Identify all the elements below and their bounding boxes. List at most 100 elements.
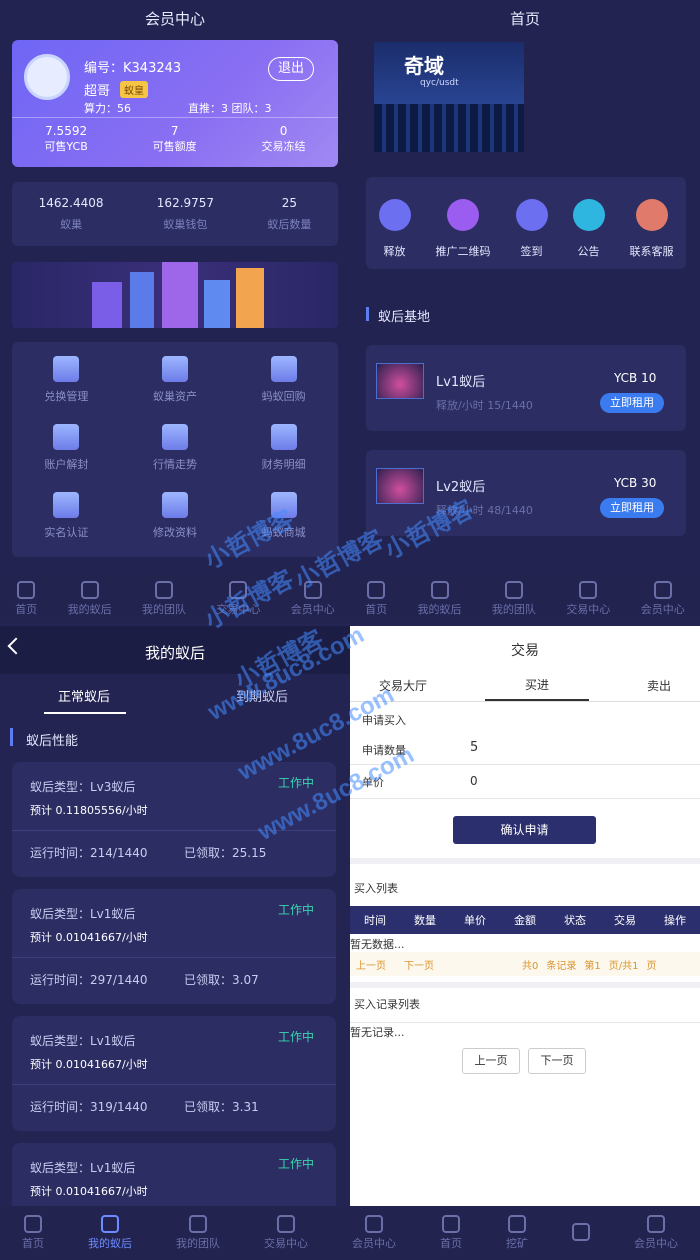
tab-buy[interactable]: 买进	[484, 670, 589, 701]
nav-item[interactable]: 首页	[15, 581, 37, 617]
grid-item[interactable]: 行情走势	[121, 424, 230, 472]
grid-item-label: 修改资料	[152, 526, 197, 539]
nav-item[interactable]: 会员中心	[352, 1215, 396, 1251]
nav-item[interactable]: 会员中心	[634, 1215, 678, 1251]
nav-label: 会员中心	[634, 1237, 678, 1250]
nav-item[interactable]: 我的团队	[176, 1215, 220, 1251]
quick-action-label: 释放	[383, 245, 406, 258]
nav-item[interactable]: 首页	[22, 1215, 44, 1251]
my-queen-screen: 我的蚁后 正常蚁后 到期蚁后 蚁后性能 蚁后类型：Lv3蚁后 工作中 预计 0.11…	[0, 626, 700, 1260]
city-banner	[12, 262, 338, 328]
pager-prev[interactable]: 上一页	[356, 957, 386, 972]
pages: 页/共1	[608, 960, 639, 972]
avatar	[24, 54, 70, 100]
nav-item[interactable]: 交易中心	[566, 581, 610, 617]
tab-normal[interactable]: 正常蚁后	[58, 686, 110, 705]
quick-action[interactable]: 推广二维码	[436, 199, 491, 259]
nav-item[interactable]: 我的团队	[142, 581, 186, 617]
nav-icon	[442, 1215, 460, 1233]
nav-label: 会员中心	[640, 603, 685, 616]
queen-performance-card: 蚁后类型：Lv1蚁后 工作中 预计 0.01041667/小时 运行时间：297/14…	[12, 889, 336, 1004]
function-icon	[53, 492, 80, 518]
grid-item[interactable]: 兑换管理	[12, 356, 121, 404]
nav-item[interactable]: 我的蚁后	[418, 581, 462, 617]
status-badge: 工作中	[278, 776, 315, 790]
price-input[interactable]: 0	[470, 774, 478, 788]
nav-item[interactable]	[572, 1223, 590, 1243]
nav-label: 我的蚁后	[417, 603, 462, 616]
nav-item[interactable]: 会员中心	[641, 581, 685, 617]
nav-item[interactable]: 首页	[365, 581, 387, 617]
queen-rate: 预计 0.11805556/小时	[30, 804, 148, 817]
stat-quota: 7 可售额度	[152, 124, 197, 153]
member-id: 编号：K343243	[84, 61, 182, 76]
quick-action[interactable]: 签到	[515, 199, 548, 259]
nav-label: 挖矿	[506, 1237, 528, 1250]
page-title: 首页	[509, 10, 540, 28]
tab-sell[interactable]: 卖出	[647, 677, 671, 694]
queen-rate: 预计 0.01041667/小时	[30, 1058, 148, 1071]
member-name: 超哥	[84, 84, 111, 99]
nav-icon	[24, 1215, 42, 1233]
quick-action-label: 推广二维码	[435, 245, 491, 258]
home-banner: 奇域 qyc/usdt	[374, 42, 524, 152]
nav-label: 会员中心	[290, 603, 335, 616]
nav-icon	[647, 1215, 665, 1233]
banner-logo: 奇域	[404, 54, 444, 78]
logout-button[interactable]: 退出	[268, 57, 314, 81]
nav-item[interactable]: 我的蚁后	[68, 581, 112, 617]
function-icon	[270, 356, 297, 382]
grid-item[interactable]: 实名认证	[12, 492, 121, 540]
column-header: 单价	[464, 914, 486, 927]
prev-page-button[interactable]: 上一页	[462, 1048, 520, 1074]
nav-item[interactable]: 首页	[440, 1215, 462, 1251]
grid-item[interactable]: 财务明细	[229, 424, 338, 472]
trade-screen: 交易 交易大厅 买进 卖出 申请买入 申请数量 5 单价 0 确认申请 买入列表…	[350, 626, 700, 1206]
nav-icon	[365, 1215, 383, 1233]
nav-item[interactable]: 我的蚁后	[88, 1215, 132, 1251]
grid-item-label: 蚂蚁回购	[261, 390, 306, 403]
nav-icon	[579, 581, 598, 599]
banner-sub: qyc/usdt	[420, 78, 459, 88]
rent-button[interactable]: 立即租用	[600, 498, 664, 518]
quick-action[interactable]: 公告	[572, 199, 605, 259]
grid-item[interactable]: 修改资料	[121, 492, 230, 540]
grid-item-label: 行情走势	[152, 458, 197, 471]
grid-item[interactable]: 蚁巢资产	[121, 356, 230, 404]
queen-image	[376, 363, 424, 399]
home-screen: 首页 奇域 qyc/usdt 释放 推广二维码 签到 公告 联系客服 蚁后基地 Lv1蚁…	[350, 0, 700, 575]
pager-next[interactable]: 下一页	[404, 957, 434, 972]
nav-item[interactable]: 我的团队	[492, 581, 536, 617]
nav-label: 首页	[365, 603, 388, 616]
queen-price: YCB 30	[614, 476, 657, 490]
rent-button[interactable]: 立即租用	[600, 393, 664, 413]
confirm-button[interactable]: 确认申请	[453, 816, 596, 844]
quick-action[interactable]: 释放	[378, 199, 411, 259]
nav-icon	[154, 581, 173, 599]
status-badge: 工作中	[278, 1157, 315, 1171]
nav-label: 我的蚁后	[67, 603, 112, 616]
quick-action-label: 联系客服	[629, 245, 674, 258]
column-header: 操作	[664, 914, 686, 927]
quick-action-icon	[378, 199, 411, 231]
grid-item[interactable]: 账户解封	[12, 424, 121, 472]
next-page-button[interactable]: 下一页	[528, 1048, 586, 1074]
nav-label: 首页	[15, 603, 38, 616]
nav-item[interactable]: 交易中心	[264, 1215, 308, 1251]
received: 已领取：3.07	[184, 973, 259, 987]
function-icon	[53, 424, 80, 450]
nav-item[interactable]: 挖矿	[506, 1215, 528, 1251]
nav-label: 我的团队	[141, 603, 186, 616]
qty-input[interactable]: 5	[470, 740, 478, 755]
queen-release: 释放/小时 15/1440	[436, 399, 533, 412]
status-badge: 工作中	[278, 903, 315, 917]
pager: 上一页 下一页 共0 条记录 第1 页/共1 页	[350, 952, 700, 976]
grid-item[interactable]: 蚂蚁回购	[229, 356, 338, 404]
grid-item-label: 账户解封	[44, 458, 89, 471]
nav-label: 会员中心	[352, 1237, 396, 1250]
quick-action-label: 签到	[520, 245, 543, 258]
run-time: 运行时间：319/1440	[30, 1100, 148, 1114]
quick-action[interactable]: 联系客服	[630, 199, 674, 259]
function-icon	[53, 356, 80, 382]
stat-sellable: 7.5592 可售YCB	[44, 124, 88, 153]
